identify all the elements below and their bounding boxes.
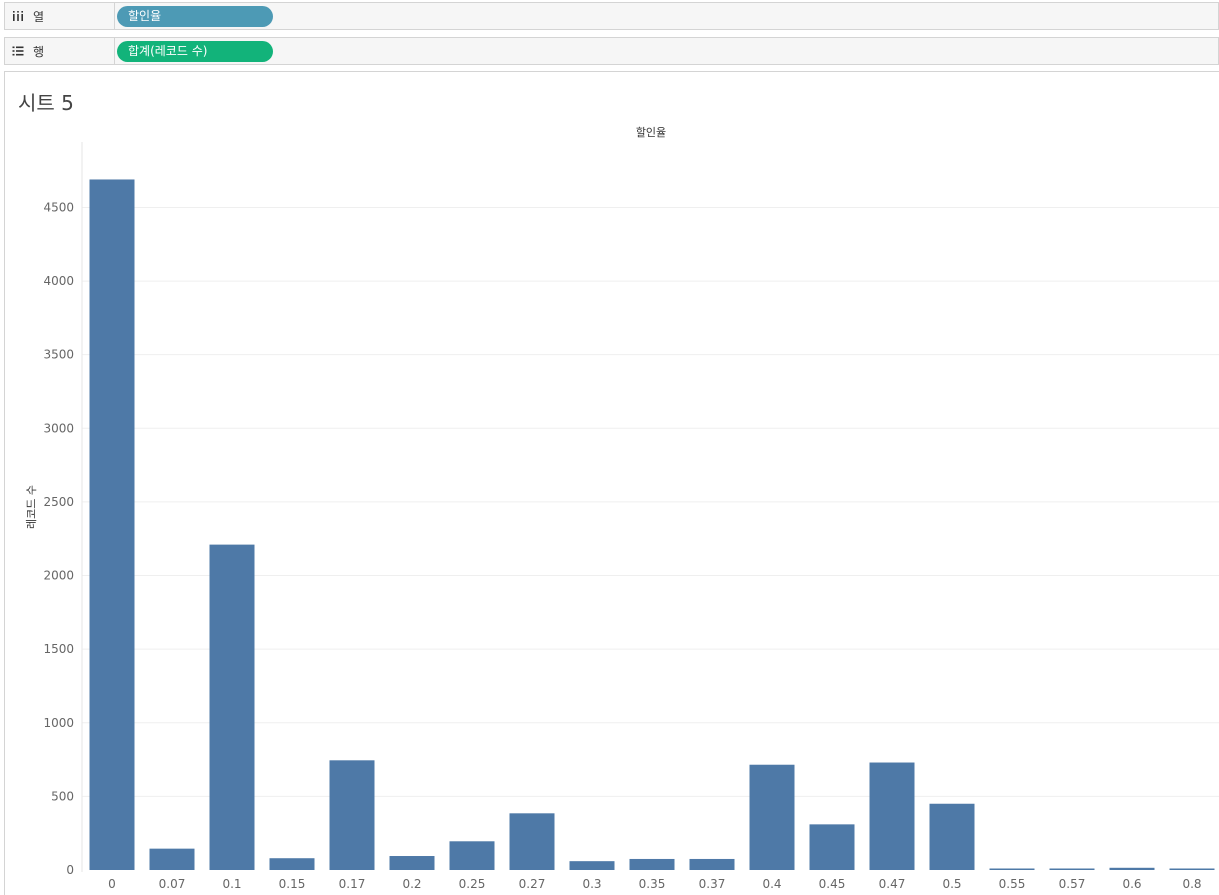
x-tick-label: 0.15 (279, 877, 306, 891)
record-count-pill[interactable]: 합계(레코드 수) (117, 41, 273, 62)
x-tick-label: 0.3 (582, 877, 601, 891)
x-tick-label: 0.45 (819, 877, 846, 891)
y-tick-label: 4500 (43, 200, 74, 214)
columns-shelf: 열 할인율 (4, 2, 1219, 30)
rows-icon (11, 45, 25, 57)
discount-rate-pill[interactable]: 할인율 (117, 6, 273, 27)
y-axis-label: 레코드 수 (25, 485, 38, 529)
bar-0.07 (149, 848, 195, 870)
bar-0 (89, 179, 135, 870)
x-tick-label: 0.37 (699, 877, 726, 891)
x-tick-label: 0.25 (459, 877, 486, 891)
x-tick-label: 0.07 (159, 877, 186, 891)
x-tick-label: 0.1 (222, 877, 241, 891)
bar-0.47 (869, 762, 915, 870)
y-tick-label: 4000 (43, 274, 74, 288)
bar-0.57 (1049, 868, 1095, 870)
y-tick-label: 1500 (43, 642, 74, 656)
bar-0.5 (929, 803, 975, 870)
bar-0.27 (509, 813, 555, 870)
columns-shelf-text: 열 (33, 9, 45, 24)
bar-0.45 (809, 824, 855, 870)
bar-0.15 (269, 858, 315, 870)
bar-0.17 (329, 760, 375, 870)
y-tick-label: 3500 (43, 348, 74, 362)
x-tick-label: 0.35 (639, 877, 666, 891)
bar-0.3 (569, 861, 615, 870)
columns-icon (11, 10, 25, 22)
x-tick-label: 0.55 (999, 877, 1026, 891)
bar-0.35 (629, 858, 675, 870)
rows-shelf-label: 행 (5, 38, 115, 64)
bar-0.2 (389, 856, 435, 870)
bar-0.25 (449, 841, 495, 870)
x-tick-label: 0.2 (402, 877, 421, 891)
bar-0.1 (209, 544, 255, 870)
y-tick-label: 0 (66, 863, 74, 877)
x-tick-label: 0.6 (1122, 877, 1141, 891)
rows-shelf-text: 행 (33, 44, 45, 59)
x-tick-label: 0.5 (942, 877, 961, 891)
y-tick-label: 3000 (43, 421, 74, 435)
x-tick-label: 0.4 (762, 877, 781, 891)
y-tick-label: 500 (51, 789, 74, 803)
rows-shelf: 행 합계(레코드 수) (4, 37, 1219, 65)
y-tick-label: 2500 (43, 495, 74, 509)
y-tick-label: 1000 (43, 716, 74, 730)
x-tick-label: 0.57 (1059, 877, 1086, 891)
y-tick-label: 2000 (43, 569, 74, 583)
columns-shelf-label: 열 (5, 3, 115, 29)
bar-0.6 (1109, 867, 1155, 870)
x-tick-label: 0 (108, 877, 116, 891)
x-axis-header-title: 할인율 (636, 126, 666, 139)
x-tick-label: 0.47 (879, 877, 906, 891)
bar-0.55 (989, 868, 1035, 870)
bar-0.37 (689, 858, 735, 870)
bar-0.8 (1169, 868, 1215, 870)
bar-0.4 (749, 764, 795, 870)
x-tick-label: 0.17 (339, 877, 366, 891)
bar-chart: 0 500 1000 1500 2000 2500 3000 3500 4000 4500 할인율레… (25, 126, 1219, 891)
x-tick-label: 0.8 (1182, 877, 1201, 891)
worksheet-view: 시트 5 0 500 1000 1500 2000 2500 3000 3500 4000 450… (4, 71, 1219, 895)
x-tick-label: 0.27 (519, 877, 546, 891)
